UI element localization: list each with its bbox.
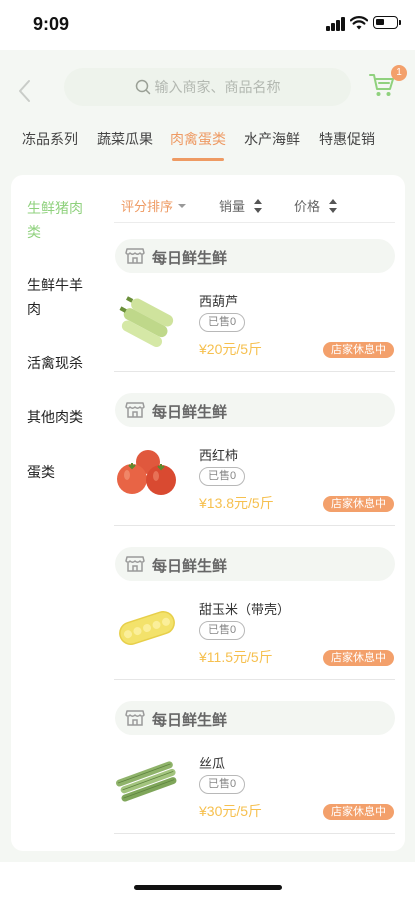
- product-name[interactable]: 甜玉米（带壳）: [199, 599, 290, 618]
- shop-header[interactable]: 每日鲜生鲜: [115, 239, 395, 273]
- search-input[interactable]: 输入商家、商品名称: [64, 68, 351, 106]
- shop-name: 每日鲜生鲜: [152, 404, 228, 421]
- battery-icon: [373, 16, 401, 29]
- cellular-signal-icon: [326, 17, 346, 31]
- wifi-icon: [350, 16, 368, 30]
- sort-by-rating-label: 评分排序: [121, 199, 174, 214]
- store-icon: [125, 248, 145, 264]
- sort-by-sales[interactable]: 销量: [219, 196, 263, 215]
- sold-count-badge: 已售0: [199, 621, 246, 640]
- search-placeholder: 输入商家、商品名称: [154, 79, 281, 95]
- store-closed-badge: 店家休息中: [323, 496, 394, 512]
- home-indicator[interactable]: [134, 885, 282, 890]
- store-closed-badge: 店家休息中: [323, 650, 394, 666]
- tab-vegetables[interactable]: 蔬菜瓜果: [97, 129, 153, 149]
- product-name[interactable]: 西葫芦: [199, 291, 238, 310]
- shop-header[interactable]: 每日鲜生鲜: [115, 393, 395, 427]
- subcategory-fresh-pork[interactable]: 生鲜猪肉类: [27, 196, 92, 244]
- loofah-image[interactable]: [115, 752, 179, 810]
- sort-by-sales-label: 销量: [219, 199, 246, 214]
- subcategory-eggs[interactable]: 蛋类: [27, 460, 97, 484]
- product-price: ¥13.8元/5斤: [199, 495, 274, 511]
- store-icon: [125, 402, 145, 418]
- tomato-image[interactable]: [115, 446, 179, 504]
- store-closed-badge: 店家休息中: [323, 342, 394, 358]
- store-icon: [125, 710, 145, 726]
- divider: [114, 371, 395, 372]
- sort-by-rating[interactable]: 评分排序: [121, 196, 187, 215]
- sold-count-badge: 已售0: [199, 313, 246, 332]
- subcategory-fresh-beef-mutton[interactable]: 生鲜牛羊肉: [27, 273, 92, 321]
- sold-count-badge: 已售0: [199, 467, 246, 486]
- subcategory-other-meat[interactable]: 其他肉类: [27, 405, 97, 429]
- sort-by-price-label: 价格: [294, 199, 321, 214]
- cart-count-badge: 1: [391, 65, 407, 81]
- shop-name: 每日鲜生鲜: [152, 712, 228, 729]
- divider: [114, 833, 395, 834]
- corn-image[interactable]: [115, 599, 179, 657]
- store-icon: [125, 556, 145, 572]
- category-tabs: 冻品系列 蔬菜瓜果 肉禽蛋类 水产海鲜 特惠促销: [0, 120, 415, 160]
- sort-by-price[interactable]: 价格: [294, 196, 338, 215]
- product-price: ¥20元/5斤: [199, 341, 263, 357]
- search-icon: [135, 79, 150, 95]
- caret-down-icon: [178, 203, 187, 208]
- product-price: ¥11.5元/5斤: [199, 649, 273, 665]
- shop-header[interactable]: 每日鲜生鲜: [115, 701, 395, 735]
- divider: [114, 679, 395, 680]
- zucchini-image[interactable]: [115, 291, 179, 349]
- shop-name: 每日鲜生鲜: [152, 558, 228, 575]
- divider: [114, 525, 395, 526]
- divider: [114, 222, 395, 223]
- tab-seafood[interactable]: 水产海鲜: [244, 129, 300, 149]
- tab-promotions[interactable]: 特惠促销: [319, 129, 375, 149]
- tab-meat-poultry-eggs[interactable]: 肉禽蛋类: [170, 129, 226, 149]
- product-price: ¥30元/5斤: [199, 803, 263, 819]
- back-arrow-icon[interactable]: [14, 79, 36, 103]
- product-name[interactable]: 丝瓜: [199, 753, 225, 772]
- sort-arrows-icon: [254, 198, 263, 213]
- tab-frozen[interactable]: 冻品系列: [22, 129, 78, 149]
- store-closed-badge: 店家休息中: [323, 804, 394, 820]
- product-name[interactable]: 西红柿: [199, 445, 238, 464]
- shop-header[interactable]: 每日鲜生鲜: [115, 547, 395, 581]
- status-time: 9:09: [33, 14, 70, 34]
- subcategory-live-poultry[interactable]: 活禽现杀: [27, 351, 97, 375]
- status-bar: 9:09: [0, 0, 415, 50]
- shop-name: 每日鲜生鲜: [152, 250, 228, 267]
- active-tab-indicator: [172, 158, 224, 161]
- sort-arrows-icon: [329, 198, 338, 213]
- sold-count-badge: 已售0: [199, 775, 246, 794]
- home-indicator-area: [0, 862, 415, 900]
